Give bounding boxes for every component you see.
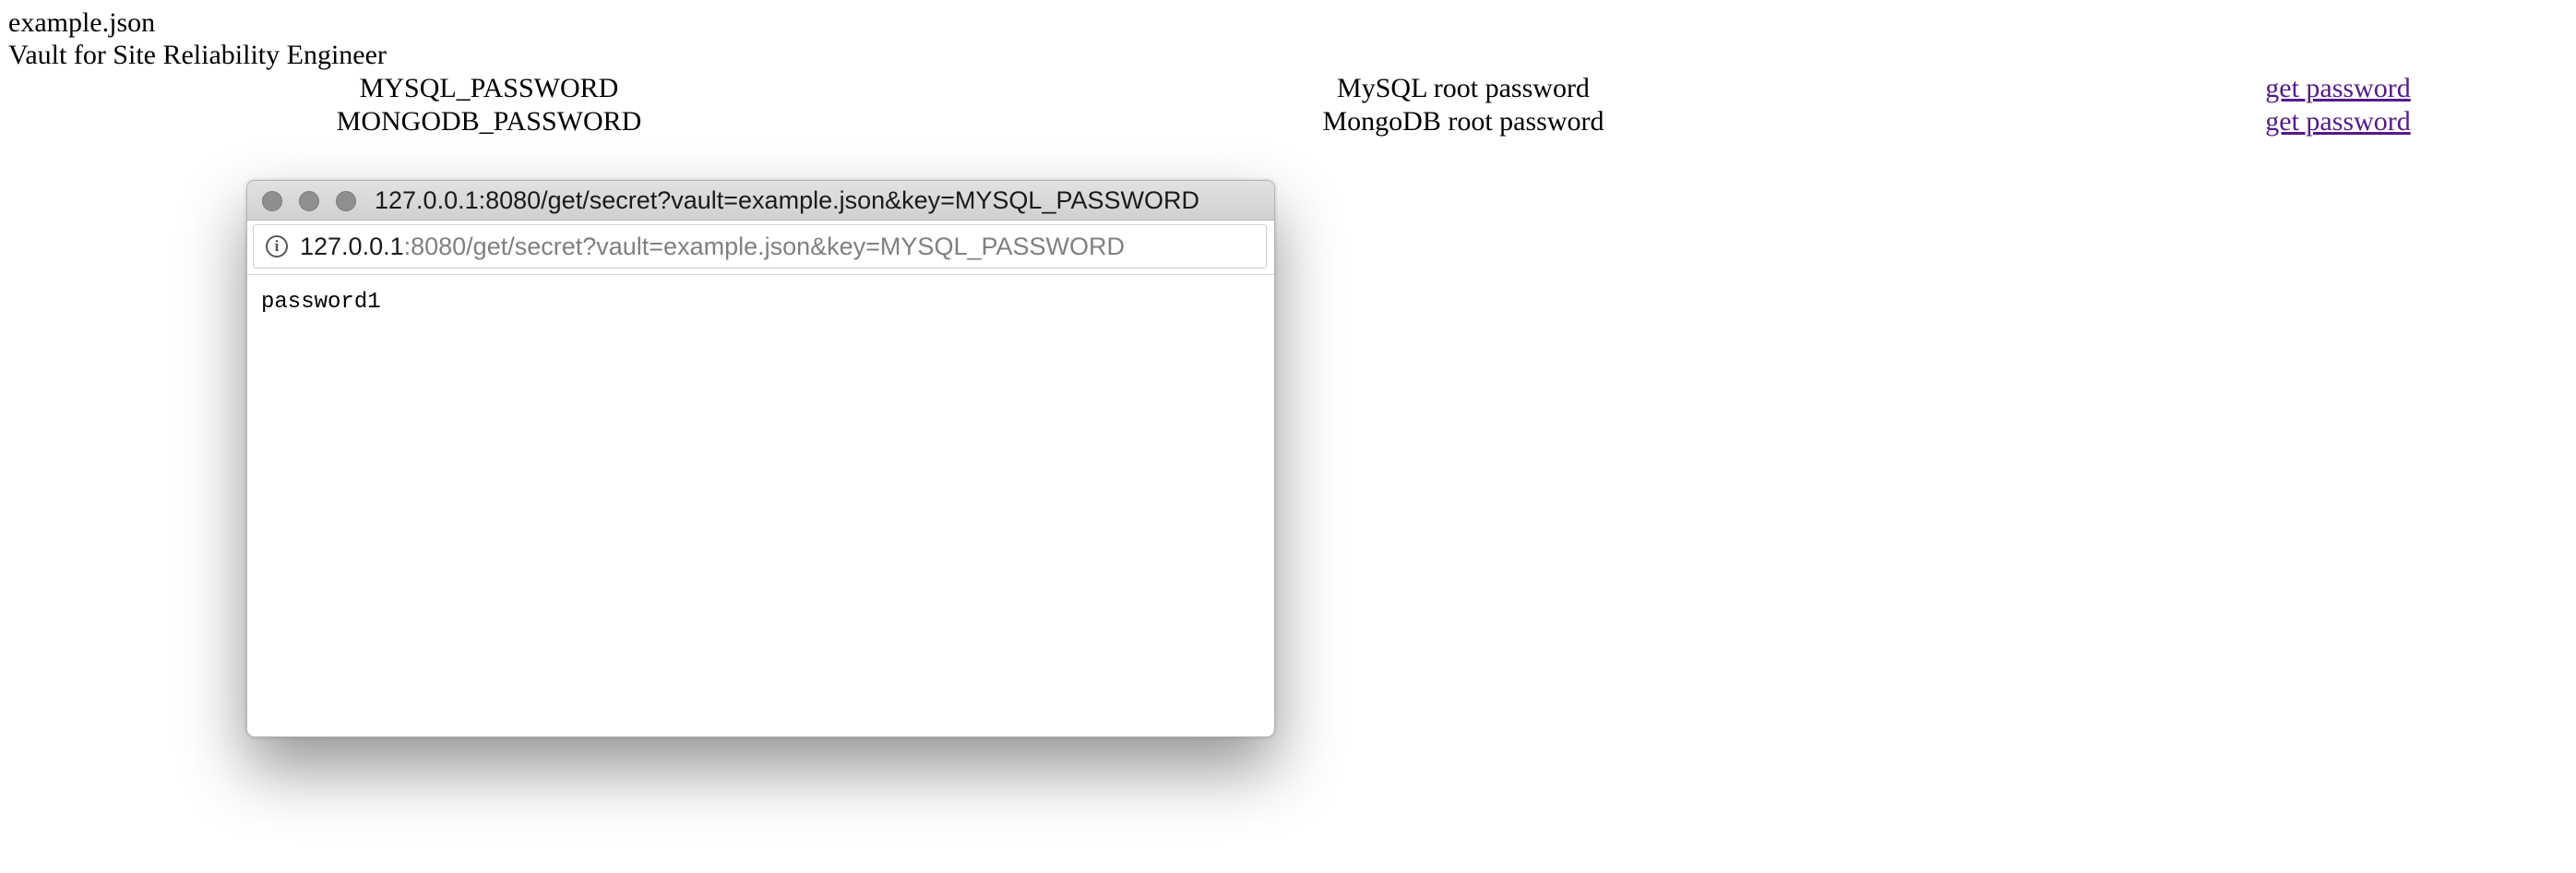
close-window-button[interactable] <box>262 191 282 211</box>
secret-popup-window: 127.0.0.1:8080/get/secret?vault=example.… <box>246 180 1275 737</box>
address-text: 127.0.0.1:8080/get/secret?vault=example.… <box>300 233 1125 260</box>
url-host: 127.0.0.1 <box>300 233 404 260</box>
secret-key-mysql: MYSQL_PASSWORD <box>359 73 619 103</box>
minimize-window-button[interactable] <box>299 191 319 211</box>
vault-file-heading: example.json <box>8 7 156 38</box>
url-path: :8080/get/secret?vault=example.json&key=… <box>403 233 1125 260</box>
secret-value: password1 <box>261 290 381 315</box>
vault-title: Vault for Site Reliability Engineer <box>8 40 387 70</box>
zoom-window-button[interactable] <box>336 191 356 211</box>
get-password-cell-mongodb: get password <box>2117 105 2559 138</box>
popup-titlebar[interactable]: 127.0.0.1:8080/get/secret?vault=example.… <box>247 181 1274 221</box>
secret-description-mongodb: MongoDB root password <box>1322 106 1604 137</box>
address-bar[interactable]: i 127.0.0.1:8080/get/secret?vault=exampl… <box>253 224 1267 269</box>
secret-description-mysql: MySQL root password <box>1337 73 1590 103</box>
info-icon[interactable]: i <box>266 235 288 257</box>
toolbar-divider <box>247 274 1274 275</box>
secret-key-mongodb: MONGODB_PASSWORD <box>336 106 642 137</box>
popup-title: 127.0.0.1:8080/get/secret?vault=example.… <box>375 186 1199 214</box>
get-password-link-mongodb[interactable]: get password <box>2265 106 2410 137</box>
get-password-cell-mysql: get password <box>2117 72 2559 105</box>
get-password-link-mysql[interactable]: get password <box>2265 73 2410 103</box>
